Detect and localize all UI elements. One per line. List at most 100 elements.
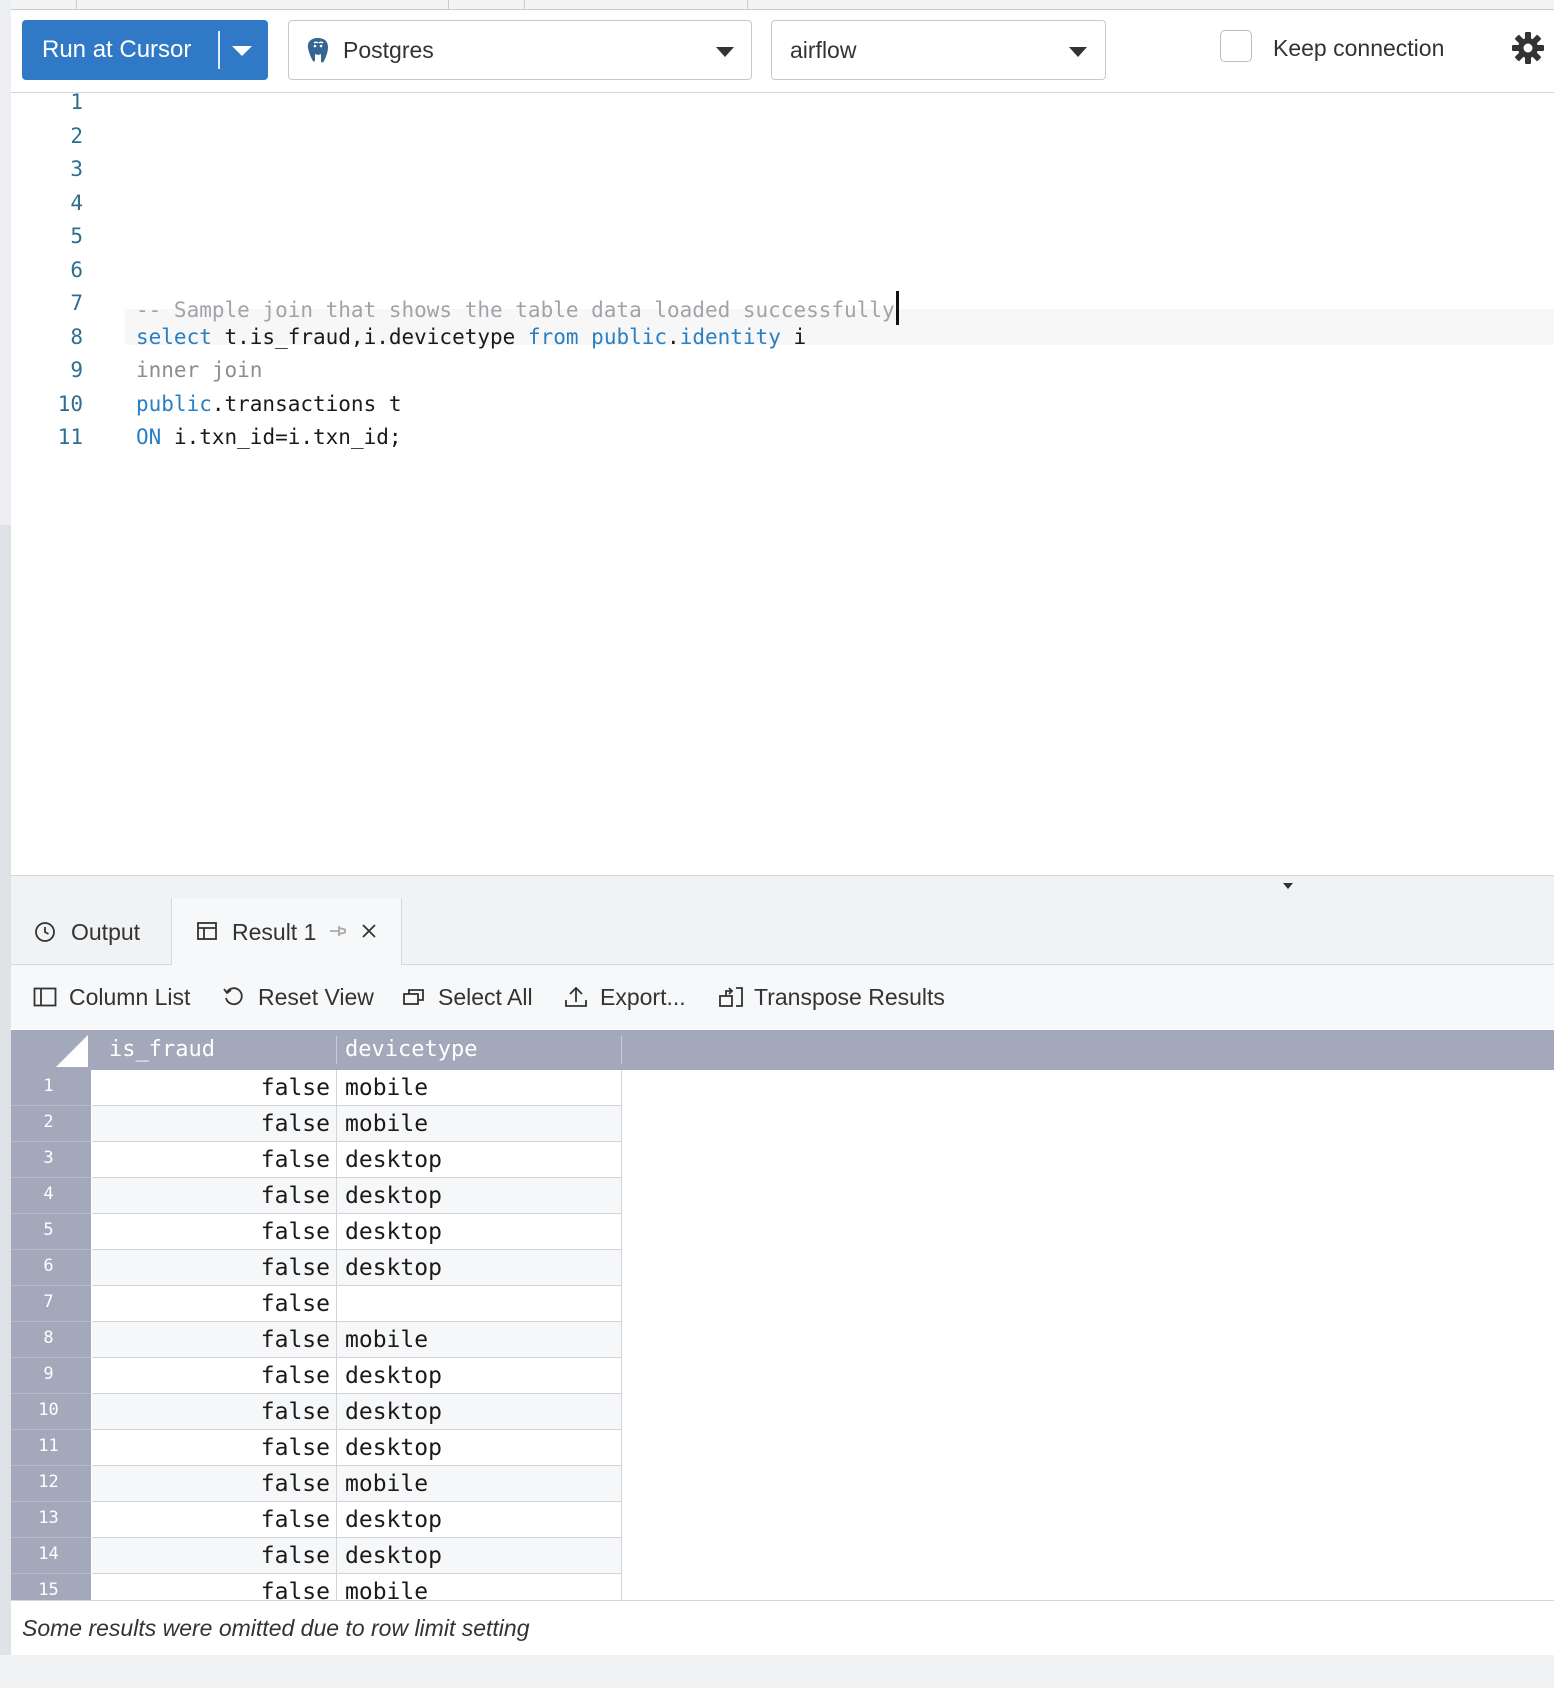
cell-is-fraud[interactable]: false xyxy=(92,1142,337,1178)
tab-output[interactable]: Output xyxy=(11,898,171,964)
table-row[interactable]: 13 false desktop xyxy=(11,1502,1554,1538)
cell-devicetype[interactable]: desktop xyxy=(337,1142,622,1178)
row-number[interactable]: 8 xyxy=(11,1322,91,1358)
row-number[interactable]: 12 xyxy=(11,1466,91,1502)
corner-triangle-icon xyxy=(56,1035,88,1067)
cell-devicetype[interactable]: desktop xyxy=(337,1394,622,1430)
line-number: 8 xyxy=(70,325,83,349)
keep-connection-checkbox[interactable] xyxy=(1220,30,1252,62)
grid-header: is_fraud devicetype xyxy=(11,1030,1554,1070)
cell-devicetype[interactable]: desktop xyxy=(337,1358,622,1394)
column-resize-handle[interactable] xyxy=(621,1036,622,1064)
datasource-value: Postgres xyxy=(343,37,434,63)
row-number[interactable]: 5 xyxy=(11,1214,91,1250)
cell-is-fraud[interactable]: false xyxy=(92,1574,337,1600)
cell-devicetype[interactable]: mobile xyxy=(337,1106,622,1142)
cell-is-fraud[interactable]: false xyxy=(92,1430,337,1466)
cell-devicetype[interactable]: desktop xyxy=(337,1178,622,1214)
cell-devicetype[interactable]: desktop xyxy=(337,1430,622,1466)
cell-is-fraud[interactable]: false xyxy=(92,1538,337,1574)
column-header[interactable]: is_fraud xyxy=(92,1030,337,1070)
table-row[interactable]: 14 false desktop xyxy=(11,1538,1554,1574)
cell-value: false xyxy=(260,1075,330,1101)
cell-devicetype[interactable]: desktop xyxy=(337,1502,622,1538)
row-number-label: 9 xyxy=(43,1364,54,1384)
code-text: . xyxy=(667,325,680,349)
collapse-icon[interactable] xyxy=(1283,883,1293,889)
cell-is-fraud[interactable]: false xyxy=(92,1178,337,1214)
cell-devicetype[interactable]: desktop xyxy=(337,1214,622,1250)
transpose-results-button[interactable]: Transpose Results xyxy=(718,983,945,1013)
table-row[interactable]: 10 false desktop xyxy=(11,1394,1554,1430)
datasource-select[interactable]: Postgres xyxy=(288,20,752,80)
cell-is-fraud[interactable]: false xyxy=(92,1070,337,1106)
database-value: airflow xyxy=(790,37,857,63)
row-number[interactable]: 14 xyxy=(11,1538,91,1574)
gear-icon[interactable] xyxy=(1511,31,1545,65)
row-number[interactable]: 11 xyxy=(11,1430,91,1466)
cell-devicetype[interactable]: mobile xyxy=(337,1070,622,1106)
table-row[interactable]: 2 false mobile xyxy=(11,1106,1554,1142)
column-header[interactable]: devicetype xyxy=(337,1030,622,1070)
line-number: 11 xyxy=(57,425,83,449)
cell-devicetype[interactable] xyxy=(337,1286,622,1322)
table-row[interactable]: 8 false mobile xyxy=(11,1322,1554,1358)
cell-devicetype[interactable]: mobile xyxy=(337,1466,622,1502)
cell-is-fraud[interactable]: false xyxy=(92,1250,337,1286)
export-button[interactable]: Export... xyxy=(564,983,689,1013)
cell-is-fraud[interactable]: false xyxy=(92,1106,337,1142)
cell-value: desktop xyxy=(345,1219,442,1245)
cell-is-fraud[interactable]: false xyxy=(92,1286,337,1322)
cell-value: desktop xyxy=(345,1435,442,1461)
panel-splitter[interactable] xyxy=(11,875,1554,899)
cell-is-fraud[interactable]: false xyxy=(92,1394,337,1430)
cell-devicetype[interactable]: mobile xyxy=(337,1574,622,1600)
cell-is-fraud[interactable]: false xyxy=(92,1466,337,1502)
reset-view-button[interactable]: Reset View xyxy=(222,983,374,1013)
row-number[interactable]: 13 xyxy=(11,1502,91,1538)
cell-is-fraud[interactable]: false xyxy=(92,1358,337,1394)
row-number[interactable]: 2 xyxy=(11,1106,91,1142)
table-row[interactable]: 11 false desktop xyxy=(11,1430,1554,1466)
keyword: select xyxy=(136,325,212,349)
row-number[interactable]: 6 xyxy=(11,1250,91,1286)
cell-is-fraud[interactable]: false xyxy=(92,1502,337,1538)
table-row[interactable]: 4 false desktop xyxy=(11,1178,1554,1214)
table-row[interactable]: 1 false mobile xyxy=(11,1070,1554,1106)
select-all-button[interactable]: Select All xyxy=(402,983,537,1013)
cell-value: mobile xyxy=(345,1075,429,1101)
cell-devicetype[interactable]: mobile xyxy=(337,1322,622,1358)
sql-editor[interactable]: 1 2 3 4 5 6 7 8 9 10 11 -- Sample join t… xyxy=(11,90,1554,875)
row-number[interactable]: 1 xyxy=(11,1070,91,1106)
results-grid[interactable]: is_fraud devicetype 1 false mobile 2 false m… xyxy=(11,1030,1554,1600)
run-options-dropdown-icon[interactable] xyxy=(232,46,252,56)
tab-result-1[interactable]: Result 1 xyxy=(171,898,402,965)
row-number[interactable]: 10 xyxy=(11,1394,91,1430)
close-icon[interactable] xyxy=(359,921,379,941)
row-number[interactable]: 4 xyxy=(11,1178,91,1214)
table-row[interactable]: 15 false mobile xyxy=(11,1574,1554,1600)
cell-devicetype[interactable]: desktop xyxy=(337,1538,622,1574)
table-row[interactable]: 3 false desktop xyxy=(11,1142,1554,1178)
row-number[interactable]: 15 xyxy=(11,1574,91,1600)
table-row[interactable]: 9 false desktop xyxy=(11,1358,1554,1394)
cell-is-fraud[interactable]: false xyxy=(92,1214,337,1250)
pin-icon[interactable] xyxy=(327,920,349,942)
row-number[interactable]: 9 xyxy=(11,1358,91,1394)
row-number[interactable]: 3 xyxy=(11,1142,91,1178)
keyword: from xyxy=(527,325,579,349)
table-row[interactable]: 6 false desktop xyxy=(11,1250,1554,1286)
column-list-button[interactable]: Column List xyxy=(33,983,193,1013)
code-text: i.txn_id=i.txn_id; xyxy=(161,425,402,449)
database-select[interactable]: airflow xyxy=(771,20,1106,80)
table-row[interactable]: 12 false mobile xyxy=(11,1466,1554,1502)
left-panel-scroll[interactable] xyxy=(0,0,11,525)
table-row[interactable]: 5 false desktop xyxy=(11,1214,1554,1250)
cell-value: mobile xyxy=(345,1111,429,1137)
run-at-cursor-button[interactable]: Run at Cursor xyxy=(22,20,268,80)
row-number[interactable]: 7 xyxy=(11,1286,91,1322)
grid-corner-select-all[interactable] xyxy=(11,1030,91,1070)
cell-devicetype[interactable]: desktop xyxy=(337,1250,622,1286)
cell-is-fraud[interactable]: false xyxy=(92,1322,337,1358)
table-row[interactable]: 7 false xyxy=(11,1286,1554,1322)
